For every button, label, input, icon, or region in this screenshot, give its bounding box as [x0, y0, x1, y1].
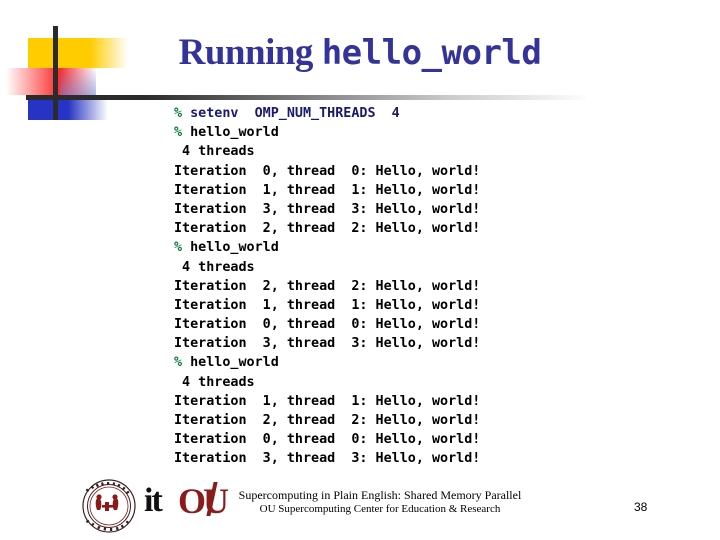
terminal-line-text: Iteration 0, thread 0: Hello, world! — [174, 163, 481, 179]
terminal-line-text: hello_world — [182, 240, 279, 256]
terminal-line: Iteration 2, thread 2: Hello, world! — [174, 411, 594, 430]
terminal-line: Iteration 1, thread 1: Hello, world! — [174, 181, 594, 200]
terminal-line: Iteration 2, thread 2: Hello, world! — [174, 219, 594, 238]
terminal-line-text: 4 threads — [174, 374, 255, 390]
it-logo: it — [144, 482, 163, 519]
terminal-line-text: Iteration 1, thread 1: Hello, world! — [174, 182, 481, 198]
terminal-line-text: hello_world — [182, 355, 279, 371]
terminal-line: 4 threads — [174, 373, 594, 392]
terminal-line-text: Iteration 1, thread 1: Hello, world! — [174, 393, 481, 409]
terminal-line-text: Iteration 2, thread 2: Hello, world! — [174, 278, 481, 294]
terminal-line: Iteration 3, thread 3: Hello, world! — [174, 334, 594, 353]
decor-square-red-fade — [60, 68, 96, 95]
terminal-line-text: Iteration 3, thread 3: Hello, world! — [174, 451, 481, 467]
terminal-transcript: % setenv OMP_NUM_THREADS 4% hello_world … — [174, 104, 594, 469]
decor-square-red — [6, 68, 60, 95]
slide-title: Running hello_world — [0, 34, 720, 71]
terminal-line: Iteration 2, thread 2: Hello, world! — [174, 277, 594, 296]
terminal-line: 4 threads — [174, 142, 594, 161]
terminal-line-text: hello_world — [182, 125, 279, 141]
decor-square-blue-fade-top — [60, 68, 96, 95]
terminal-line: Iteration 3, thread 3: Hello, world! — [174, 200, 594, 219]
terminal-line: Iteration 1, thread 1: Hello, world! — [174, 296, 594, 315]
terminal-line-text: Iteration 0, thread 0: Hello, world! — [174, 432, 481, 448]
terminal-line: % hello_world — [174, 238, 594, 257]
slide-footer: it OU Supercomputing in Plain English: S… — [0, 476, 720, 540]
terminal-line-text: Iteration 2, thread 2: Hello, world! — [174, 221, 481, 237]
terminal-line: Iteration 0, thread 0: Hello, world! — [174, 430, 594, 449]
slide-title-plain: Running — [178, 32, 322, 73]
terminal-line: 4 threads — [174, 258, 594, 277]
terminal-prompt-symbol: % — [174, 355, 183, 371]
footer-title-line: Supercomputing in Plain English: Shared … — [238, 488, 522, 502]
terminal-line-text: 4 threads — [174, 144, 255, 160]
page-number: 38 — [634, 500, 648, 514]
terminal-prompt-symbol: % — [174, 240, 183, 256]
terminal-line-text: Iteration 0, thread 0: Hello, world! — [174, 317, 481, 333]
terminal-line-text: Iteration 3, thread 3: Hello, world! — [174, 201, 481, 217]
terminal-line: Iteration 1, thread 1: Hello, world! — [174, 392, 594, 411]
terminal-line-text: Iteration 1, thread 1: Hello, world! — [174, 297, 481, 313]
terminal-line-text: 4 threads — [174, 259, 255, 275]
terminal-line: % hello_world — [174, 353, 594, 372]
terminal-line: Iteration 0, thread 0: Hello, world! — [174, 162, 594, 181]
terminal-line: Iteration 3, thread 3: Hello, world! — [174, 449, 594, 468]
footer-subtitle-line: OU Supercomputing Center for Education &… — [259, 503, 501, 515]
terminal-line-text: Iteration 2, thread 2: Hello, world! — [174, 413, 481, 428]
ou-seal-logo — [82, 479, 136, 533]
terminal-line: Iteration 0, thread 0: Hello, world! — [174, 315, 594, 334]
terminal-prompt-symbol: % — [174, 106, 183, 121]
terminal-line-text: setenv OMP_NUM_THREADS 4 — [182, 106, 400, 121]
terminal-line-text: Iteration 3, thread 3: Hello, world! — [174, 336, 481, 352]
terminal-line: % setenv OMP_NUM_THREADS 4 — [174, 104, 594, 123]
header-divider-rule — [26, 95, 586, 100]
terminal-line: % hello_world — [174, 123, 594, 142]
terminal-prompt-symbol: % — [174, 125, 183, 141]
slide-title-code: hello_world — [321, 33, 542, 73]
